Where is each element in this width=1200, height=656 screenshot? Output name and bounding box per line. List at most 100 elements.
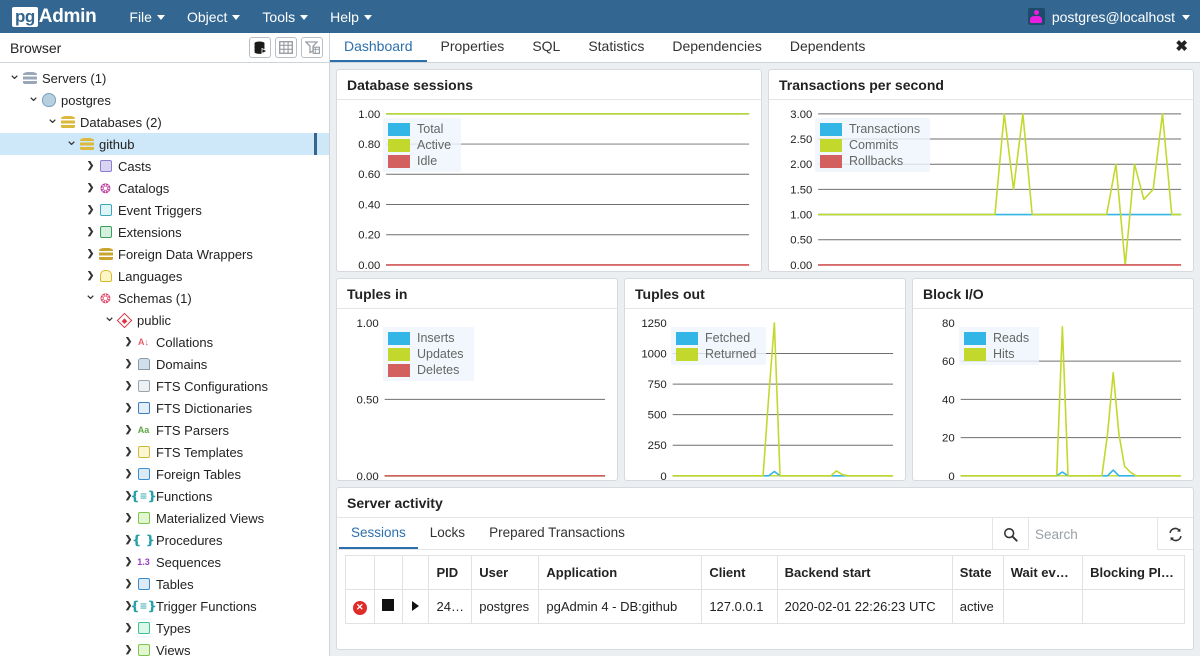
- server-activity-panel: Server activity Sessions Locks Prepared …: [336, 487, 1194, 650]
- chevron-right-icon[interactable]: [122, 579, 135, 589]
- refresh-icon[interactable]: [1157, 518, 1193, 550]
- chevron-right-icon[interactable]: [122, 623, 135, 633]
- tree-node-trigger-functions[interactable]: ❴≡❵Trigger Functions: [0, 595, 329, 617]
- filtered-rows-button[interactable]: [301, 37, 323, 58]
- tree-node-collations[interactable]: A↓ Collations: [0, 331, 329, 353]
- legend-item[interactable]: Fetched: [676, 331, 756, 345]
- chevron-right-icon[interactable]: [122, 469, 135, 479]
- grid-icon: [279, 41, 293, 54]
- chevron-down-icon[interactable]: [103, 313, 116, 328]
- tree-node-foreign-tables[interactable]: Foreign Tables: [0, 463, 329, 485]
- tab-dependents[interactable]: Dependents: [776, 33, 880, 62]
- tree-node-domains[interactable]: Domains: [0, 353, 329, 375]
- tree-node-schemas-1[interactable]: ❂ Schemas (1): [0, 287, 329, 309]
- tab-statistics[interactable]: Statistics: [574, 33, 658, 62]
- tuples-in-plot: 0.00 0.50 1.00: [357, 318, 606, 480]
- tree-node-catalogs[interactable]: ❂ Catalogs: [0, 177, 329, 199]
- tree-node-public[interactable]: public: [0, 309, 329, 331]
- expand-row-icon[interactable]: [412, 601, 420, 611]
- menu-file[interactable]: File: [118, 5, 176, 29]
- tree-node-languages[interactable]: Languages: [0, 265, 329, 287]
- tree-node-event-triggers[interactable]: Event Triggers: [0, 199, 329, 221]
- tree-node-views[interactable]: Views: [0, 639, 329, 656]
- chevron-down-icon[interactable]: [8, 71, 21, 86]
- chevron-right-icon[interactable]: [122, 513, 135, 523]
- legend-item[interactable]: Inserts: [388, 331, 464, 345]
- tree-node-functions[interactable]: ❴≡❵Functions: [0, 485, 329, 507]
- tree-node-github[interactable]: github: [0, 133, 329, 155]
- user-menu[interactable]: postgres@localhost: [1027, 8, 1190, 25]
- legend-item[interactable]: Transactions: [820, 122, 920, 136]
- legend-item[interactable]: Total: [388, 122, 451, 136]
- cancel-query-cell[interactable]: [373, 589, 403, 624]
- legend-swatch: [820, 154, 842, 168]
- tree-node-label: FTS Parsers: [156, 422, 229, 438]
- tree-node-fts-configurations[interactable]: FTS Configurations: [0, 375, 329, 397]
- tab-sessions[interactable]: Sessions: [339, 519, 418, 549]
- legend-item[interactable]: Rollbacks: [820, 154, 920, 168]
- tab-locks[interactable]: Locks: [418, 519, 477, 549]
- chevron-right-icon[interactable]: [122, 381, 135, 391]
- chevron-right-icon[interactable]: [84, 161, 97, 171]
- chevron-right-icon[interactable]: [122, 447, 135, 457]
- chevron-down-icon[interactable]: [46, 115, 59, 130]
- chevron-right-icon[interactable]: [122, 359, 135, 369]
- tree-node-fts-dictionaries[interactable]: FTS Dictionaries: [0, 397, 329, 419]
- chevron-right-icon[interactable]: [122, 425, 135, 435]
- tab-sql[interactable]: SQL: [518, 33, 574, 62]
- tree-node-extensions[interactable]: Extensions: [0, 221, 329, 243]
- search-icon[interactable]: [993, 518, 1029, 550]
- tree-node-casts[interactable]: Casts: [0, 155, 329, 177]
- tree-node-servers-1[interactable]: Servers (1): [0, 67, 329, 89]
- terminate-session-icon[interactable]: ✕: [352, 600, 367, 615]
- tree-node-tables[interactable]: Tables: [0, 573, 329, 595]
- query-tool-button[interactable]: [249, 37, 271, 58]
- expand-row-cell[interactable]: [401, 589, 430, 624]
- chevron-down-icon[interactable]: [65, 137, 78, 152]
- chevron-down-icon[interactable]: [27, 93, 40, 108]
- tab-prepared-transactions[interactable]: Prepared Transactions: [477, 519, 637, 549]
- chevron-right-icon[interactable]: [122, 403, 135, 413]
- chevron-right-icon[interactable]: [84, 249, 97, 259]
- legend-item[interactable]: Reads: [964, 331, 1029, 345]
- legend-item[interactable]: Idle: [388, 154, 451, 168]
- chevron-right-icon[interactable]: [122, 557, 135, 567]
- tab-dependencies[interactable]: Dependencies: [658, 33, 776, 62]
- functions-icon: ❴≡❵: [129, 489, 158, 503]
- chevron-right-icon[interactable]: [122, 645, 135, 655]
- menu-object[interactable]: Object: [176, 5, 251, 29]
- terminate-session-cell[interactable]: ✕: [345, 589, 375, 624]
- chevron-right-icon[interactable]: [122, 337, 135, 347]
- view-data-button[interactable]: [275, 37, 297, 58]
- legend-swatch: [820, 138, 842, 152]
- tab-dashboard[interactable]: Dashboard: [330, 33, 427, 62]
- tree-node-fts-parsers[interactable]: Aa FTS Parsers: [0, 419, 329, 441]
- legend-item[interactable]: Returned: [676, 347, 756, 361]
- chevron-right-icon[interactable]: [84, 183, 97, 193]
- chevron-right-icon[interactable]: [84, 227, 97, 237]
- menu-tools[interactable]: Tools: [251, 5, 319, 29]
- tree-node-fts-templates[interactable]: FTS Templates: [0, 441, 329, 463]
- tree-node-sequences[interactable]: 1.3 Sequences: [0, 551, 329, 573]
- search-input[interactable]: [1029, 518, 1157, 550]
- chevron-right-icon[interactable]: [84, 205, 97, 215]
- legend-item[interactable]: Deletes: [388, 363, 464, 377]
- tree-node-postgres[interactable]: postgres: [0, 89, 329, 111]
- legend-item[interactable]: Updates: [388, 347, 464, 361]
- chevron-right-icon[interactable]: [84, 271, 97, 281]
- chevron-down-icon[interactable]: [84, 291, 97, 306]
- menu-help[interactable]: Help: [319, 5, 383, 29]
- cell-pid: 2420: [428, 589, 473, 624]
- tab-properties[interactable]: Properties: [427, 33, 519, 62]
- fts-parsers-icon: Aa: [137, 424, 150, 435]
- legend-item[interactable]: Hits: [964, 347, 1029, 361]
- legend-item[interactable]: Active: [388, 138, 451, 152]
- tree-node-foreign-data-wrappers[interactable]: Foreign Data Wrappers: [0, 243, 329, 265]
- tree-node-types[interactable]: Types: [0, 617, 329, 639]
- legend-item[interactable]: Commits: [820, 138, 920, 152]
- cancel-query-icon[interactable]: [382, 599, 395, 611]
- tree-node-databases-2[interactable]: Databases (2): [0, 111, 329, 133]
- tree-node-procedures[interactable]: ❴ ❵Procedures: [0, 529, 329, 551]
- tree-node-materialized-views[interactable]: Materialized Views: [0, 507, 329, 529]
- close-icon[interactable]: ✖: [1175, 39, 1188, 55]
